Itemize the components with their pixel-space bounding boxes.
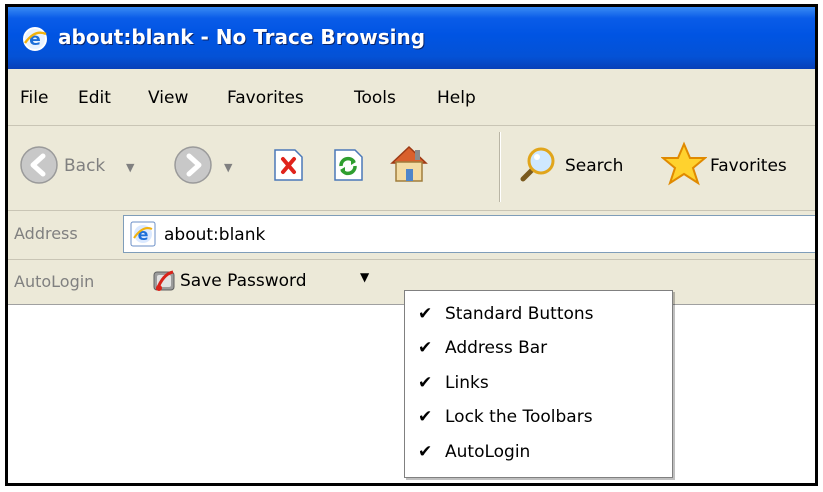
back-arrow-icon[interactable] [19,145,59,189]
menu-item-lock-toolbars[interactable]: ✔ Lock the Toolbars [405,401,672,435]
search-icon[interactable] [515,143,559,191]
toolbar-separator [499,132,501,202]
address-bar: Address e about:blank [8,211,815,260]
menu-bar: File Edit View Favorites Tools Help [8,69,815,126]
menu-file[interactable]: File [20,88,48,108]
forward-arrow-icon[interactable] [173,145,213,189]
menu-view[interactable]: View [148,88,188,108]
menu-item-label: Standard Buttons [445,304,594,324]
chevron-down-icon[interactable]: ▼ [360,270,369,284]
forward-dropdown-icon[interactable]: ▼ [224,161,232,174]
back-dropdown-icon[interactable]: ▼ [126,161,134,174]
ie-page-icon: e [130,221,156,247]
menu-favorites[interactable]: Favorites [227,88,304,108]
menu-item-autologin[interactable]: ✔ AutoLogin [405,436,672,470]
menu-tools[interactable]: Tools [354,88,396,108]
save-password-icon[interactable] [151,268,177,294]
menu-item-label: Address Bar [445,338,548,358]
window-title: about:blank - No Trace Browsing [58,25,426,49]
ie-icon: e [22,26,48,52]
toolbar-context-menu: ✔ Standard Buttons ✔ Address Bar ✔ Links… [404,290,673,478]
address-input[interactable]: e about:blank [123,215,815,253]
menu-edit[interactable]: Edit [78,88,111,108]
menu-item-address-bar[interactable]: ✔ Address Bar [405,332,672,366]
checkmark-icon: ✔ [418,442,433,462]
home-icon[interactable] [386,141,432,189]
back-button[interactable]: Back [64,156,105,176]
menu-help[interactable]: Help [437,88,476,108]
checkmark-icon: ✔ [418,338,433,358]
menu-item-links[interactable]: ✔ Links [405,367,672,401]
menu-item-standard-buttons[interactable]: ✔ Standard Buttons [405,298,672,332]
refresh-icon[interactable] [331,148,365,186]
title-bar: e about:blank - No Trace Browsing [8,7,815,69]
menu-item-label: Lock the Toolbars [445,407,593,427]
checkmark-icon: ✔ [418,373,433,393]
menu-item-label: AutoLogin [445,442,531,462]
checkmark-icon: ✔ [418,407,433,427]
search-button[interactable]: Search [565,156,623,176]
checkmark-icon: ✔ [418,304,433,324]
save-password-button[interactable]: Save Password [180,271,307,291]
stop-icon[interactable] [271,148,305,186]
favorites-star-icon[interactable] [660,141,708,191]
browser-window: e about:blank - No Trace Browsing File E… [5,4,818,486]
address-value[interactable]: about:blank [164,225,265,245]
autologin-label: AutoLogin [14,272,95,291]
favorites-button[interactable]: Favorites [710,156,787,176]
standard-toolbar: Back ▼ ▼ Search Favorites [8,126,815,211]
menu-item-label: Links [445,373,489,393]
address-label: Address [14,224,78,243]
